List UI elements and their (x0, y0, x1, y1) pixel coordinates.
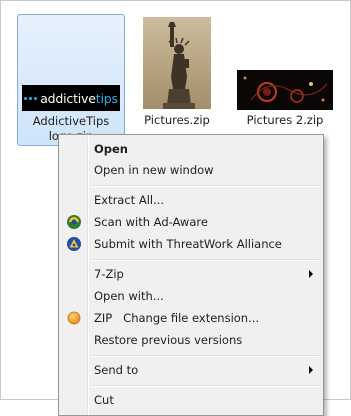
menu-item-7zip[interactable]: 7-Zip (61, 263, 321, 285)
menu-separator (92, 355, 319, 357)
logo-word-tips: tips (95, 90, 118, 106)
chevron-right-icon (309, 270, 313, 278)
menu-item-open-with[interactable]: Open with... (61, 285, 321, 307)
logo-dots-icon (24, 96, 38, 100)
logo-word-addictive: addictive (40, 90, 96, 106)
menu-label: Open in new window (94, 163, 214, 177)
menu-item-open-new-window[interactable]: Open in new window (61, 159, 321, 181)
statue-of-liberty-thumbnail (143, 17, 211, 109)
orange-circle-icon (66, 310, 82, 326)
file-name: Pictures.zip (144, 113, 210, 127)
menu-label: Extract All... (94, 193, 165, 207)
menu-separator (92, 385, 319, 387)
menu-item-send-to[interactable]: Send to (61, 359, 321, 381)
file-name-line1: AddictiveTips (32, 114, 110, 128)
menu-label: Restore previous versions (94, 333, 243, 347)
menu-item-restore-previous-versions[interactable]: Restore previous versions (61, 329, 321, 351)
threatwork-icon (66, 236, 82, 252)
menu-separator (92, 185, 319, 187)
file-pictures-zip[interactable]: Pictures.zip (135, 14, 219, 130)
menu-item-scan-adaware[interactable]: Scan with Ad-Aware (61, 211, 321, 233)
chevron-right-icon (309, 366, 313, 374)
menu-item-open[interactable]: Open (61, 138, 321, 160)
menu-label: Scan with Ad-Aware (94, 215, 208, 229)
menu-label: Cut (94, 393, 114, 407)
menu-item-threatwork[interactable]: Submit with ThreatWork Alliance (61, 233, 321, 255)
menu-separator (92, 259, 319, 261)
menu-item-extract-all[interactable]: Extract All... (61, 189, 321, 211)
dark-abstract-thumbnail (237, 70, 333, 110)
file-pictures-2-zip[interactable]: Pictures 2.zip (232, 14, 338, 130)
menu-item-change-extension[interactable]: ZIP Change file extension... (61, 307, 321, 329)
menu-label: Open with... (94, 289, 164, 303)
context-menu: Open Open in new window Extract All... S… (58, 134, 324, 416)
menu-label: 7-Zip (94, 267, 124, 281)
menu-label: Submit with ThreatWork Alliance (94, 237, 282, 251)
adaware-icon (66, 214, 82, 230)
menu-label: Open (94, 142, 128, 156)
addictivetips-logo-thumbnail: addictivetips (22, 85, 120, 111)
menu-label: ZIP Change file extension... (94, 311, 260, 325)
menu-label: Send to (94, 363, 139, 377)
file-addictivetips-logo-zip[interactable]: addictivetips AddictiveTips logo.zip (17, 14, 125, 146)
file-name: Pictures 2.zip (246, 113, 324, 127)
menu-item-cut[interactable]: Cut (61, 389, 321, 411)
